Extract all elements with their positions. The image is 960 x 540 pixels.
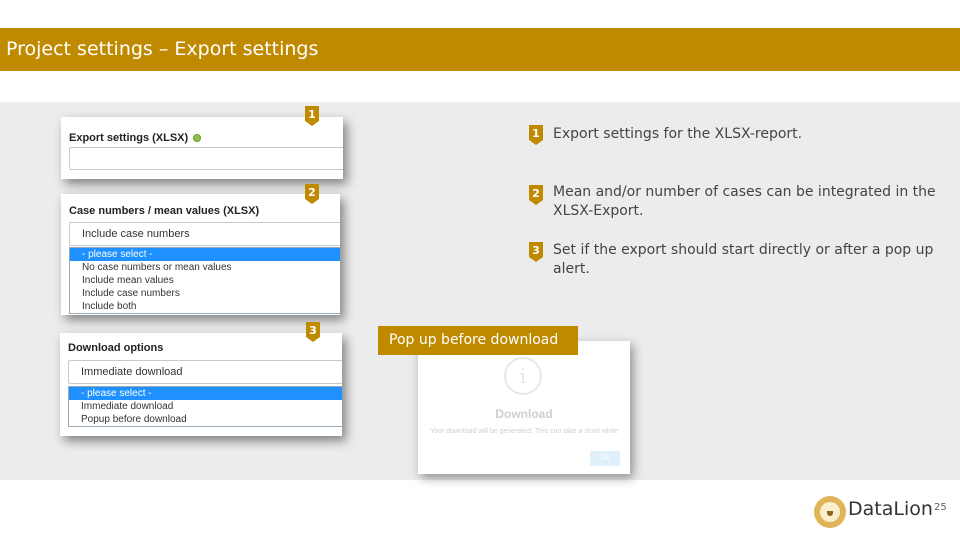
marker-number: 2 bbox=[532, 187, 540, 200]
option-include-case-numbers[interactable]: Include case numbers bbox=[70, 287, 340, 300]
option-please-select[interactable]: - please select - bbox=[69, 387, 342, 400]
desc-marker-1: 1 bbox=[529, 125, 543, 145]
marker-number: 3 bbox=[309, 324, 317, 337]
lion-face-icon bbox=[814, 496, 846, 528]
export-settings-label: Export settings (XLSX) bbox=[69, 132, 202, 144]
download-dialog: i Download Your download will be generat… bbox=[418, 341, 630, 474]
export-settings-input[interactable] bbox=[69, 147, 343, 170]
dialog-message: Your download will be generated. This ca… bbox=[430, 428, 618, 435]
description-3: Set if the export should start directly … bbox=[553, 242, 934, 277]
option-no-case-numbers[interactable]: No case numbers or mean values bbox=[70, 261, 340, 274]
download-options-label: Download options bbox=[68, 342, 164, 354]
export-settings-panel: Export settings (XLSX) bbox=[61, 117, 343, 179]
download-options-selected-value: Immediate download bbox=[81, 366, 183, 378]
case-numbers-label: Case numbers / mean values (XLSX) bbox=[69, 205, 260, 217]
option-popup-before-download[interactable]: Popup before download bbox=[69, 413, 342, 426]
download-options-panel: Download options Immediate download - pl… bbox=[60, 333, 342, 436]
option-include-both[interactable]: Include both bbox=[70, 300, 340, 313]
desc-marker-3: 3 bbox=[529, 242, 543, 262]
marker-number: 3 bbox=[532, 244, 540, 257]
page-number: 25 bbox=[934, 502, 947, 513]
marker-3: 3 bbox=[306, 322, 320, 342]
marker-2: 2 bbox=[305, 184, 319, 204]
marker-1: 1 bbox=[305, 106, 319, 126]
download-options-select[interactable]: Immediate download bbox=[68, 360, 342, 384]
marker-number: 2 bbox=[308, 186, 316, 199]
info-icon: i bbox=[504, 357, 542, 395]
description-1: Export settings for the XLSX-report. bbox=[553, 126, 803, 142]
case-numbers-select[interactable]: Include case numbers bbox=[69, 222, 340, 246]
popup-tag: Pop up before download bbox=[378, 326, 578, 355]
dialog-title: Download bbox=[495, 407, 553, 421]
logo-text: DataLion bbox=[848, 498, 933, 520]
download-options-list: - please select - Immediate download Pop… bbox=[68, 386, 342, 427]
case-numbers-options: - please select - No case numbers or mea… bbox=[69, 247, 340, 314]
marker-number: 1 bbox=[308, 108, 316, 121]
export-settings-label-text: Export settings (XLSX) bbox=[69, 132, 189, 144]
ok-button[interactable]: OK bbox=[590, 451, 620, 466]
title-bar: Project settings – Export settings bbox=[0, 28, 960, 71]
option-immediate-download[interactable]: Immediate download bbox=[69, 400, 342, 413]
option-include-mean-values[interactable]: Include mean values bbox=[70, 274, 340, 287]
desc-marker-2: 2 bbox=[529, 185, 543, 205]
slide-title: Project settings – Export settings bbox=[6, 38, 319, 60]
help-circle-icon[interactable] bbox=[193, 134, 202, 143]
marker-number: 1 bbox=[532, 127, 540, 140]
option-please-select[interactable]: - please select - bbox=[70, 248, 340, 261]
case-numbers-panel: Case numbers / mean values (XLSX) Includ… bbox=[61, 194, 340, 315]
case-numbers-selected-value: Include case numbers bbox=[82, 228, 190, 240]
description-2: Mean and/or number of cases can be integ… bbox=[553, 184, 936, 219]
